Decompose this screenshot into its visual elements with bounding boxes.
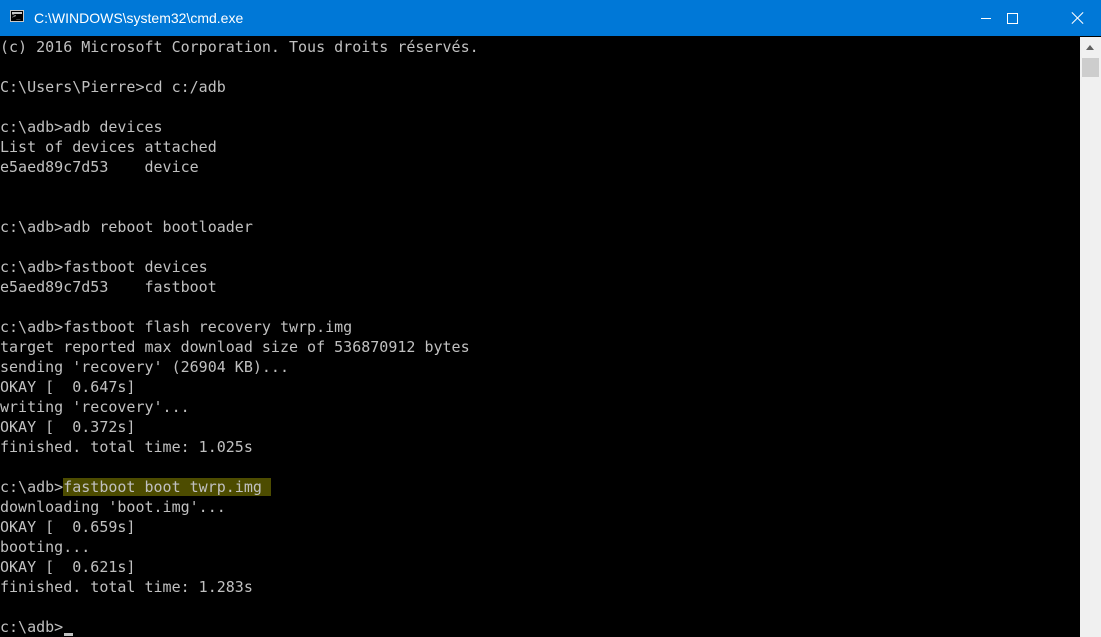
console-line: OKAY [ 0.621s] [0,558,136,576]
maximize-icon [1006,12,1018,24]
console-line: target reported max download size of 536… [0,338,470,356]
console-line: c:\adb>adb devices [0,118,163,136]
console-line: List of devices attached [0,138,217,156]
vertical-scrollbar[interactable] [1080,37,1101,637]
cmd-icon[interactable] [10,10,24,22]
console-input-line[interactable]: c:\adb> [0,617,74,637]
scroll-up-icon[interactable] [1086,45,1094,50]
title-bar[interactable]: C:\WINDOWS\system32\cmd.exe [0,0,1101,36]
close-icon [1071,11,1085,25]
console-line: C:\Users\Pierre>cd c:/adb [0,78,226,96]
console-line: (c) 2016 Microsoft Corporation. Tous dro… [0,38,479,56]
highlighted-command: fastboot boot twrp.img [63,478,271,496]
console-line: e5aed89c7d53 fastboot [0,278,217,296]
console-output[interactable]: (c) 2016 Microsoft Corporation. Tous dro… [0,37,1080,637]
close-button[interactable] [1055,0,1101,36]
console-prompt: c:\adb> [0,478,64,496]
console-line: sending 'recovery' (26904 KB)... [0,358,289,376]
console-line-highlighted: c:\adb>fastboot boot twrp.img [0,477,271,497]
scroll-thumb[interactable] [1082,58,1099,77]
console-line: downloading 'boot.img'... [0,498,226,516]
text-cursor [64,633,74,636]
console-line: writing 'recovery'... [0,398,190,416]
console-line: finished. total time: 1.025s [0,438,253,456]
console-line: OKAY [ 0.372s] [0,418,136,436]
console-line: booting... [0,538,91,556]
console-line: finished. total time: 1.283s [0,578,253,596]
console-line: OKAY [ 0.647s] [0,378,136,396]
window-title: C:\WINDOWS\system32\cmd.exe [34,10,244,26]
console-prompt: c:\adb> [0,618,64,636]
maximize-button[interactable] [989,0,1035,36]
console-line: c:\adb>fastboot flash recovery twrp.img [0,318,353,336]
console-line: c:\adb>fastboot devices [0,258,208,276]
console-line: OKAY [ 0.659s] [0,518,136,536]
console-line: c:\adb>adb reboot bootloader [0,218,253,236]
console-line: e5aed89c7d53 device [0,158,199,176]
cmd-window: C:\WINDOWS\system32\cmd.exe (c) 2016 Mic… [0,0,1101,637]
